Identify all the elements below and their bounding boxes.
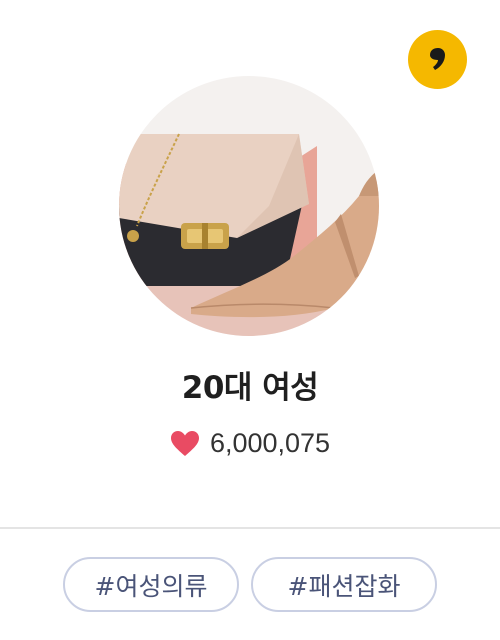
comma-icon <box>430 48 445 70</box>
product-image[interactable] <box>119 76 379 336</box>
likes-count: 6,000,075 <box>209 428 331 458</box>
card-title: 20대 여성 <box>181 370 319 406</box>
card[interactable]: 20대 여성 6,000,075 #여성의류 #패션잡화 <box>0 0 500 640</box>
bag-and-heel-image <box>119 76 379 336</box>
divider <box>0 527 500 529</box>
kakao-badge-icon[interactable] <box>408 30 467 89</box>
likes-row: 6,000,075 <box>0 428 500 459</box>
heart-icon <box>170 431 199 456</box>
tag-chip[interactable]: #여성의류 <box>63 557 239 612</box>
tag-chip[interactable]: #패션잡화 <box>251 557 437 612</box>
tag-list: #여성의류 #패션잡화 <box>0 557 500 612</box>
